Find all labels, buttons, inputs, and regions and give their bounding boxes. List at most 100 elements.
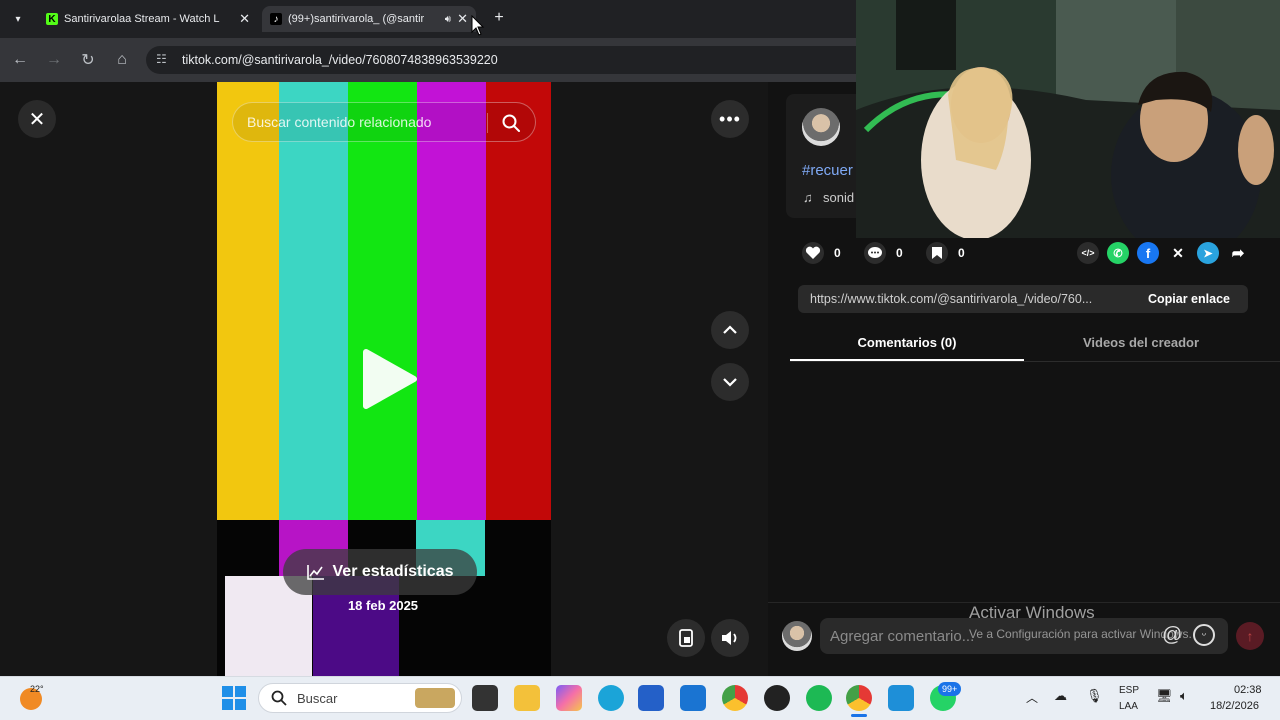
show-hidden-icons[interactable]: ︿ (1026, 689, 1038, 706)
language-code[interactable]: ESP (1119, 685, 1139, 696)
reload-icon[interactable]: ↻ (76, 48, 100, 72)
address-bar[interactable]: ☷ tiktok.com/@santirivarola_/video/76080… (146, 46, 856, 74)
facebook-icon[interactable]: f (1137, 242, 1159, 264)
chevron-down-icon (723, 378, 737, 387)
avatar[interactable] (802, 108, 840, 146)
chrome-active-icon[interactable] (846, 685, 872, 711)
volume-icon (722, 631, 737, 645)
onedrive-icon[interactable]: ☁ (1054, 688, 1067, 704)
active-app-indicator (851, 714, 867, 717)
color-bar-magenta (417, 82, 486, 520)
home-icon[interactable]: ⌂ (110, 48, 134, 72)
copy-link-button[interactable]: Copiar enlace (1130, 285, 1248, 313)
hashtag-link[interactable]: #recuer (802, 162, 853, 179)
stats-label: Ver estadísticas (332, 563, 454, 580)
site-info-icon[interactable]: ☷ (156, 52, 167, 66)
tab-creator-videos[interactable]: Videos del creador (1024, 335, 1258, 350)
new-tab-button[interactable]: + (490, 9, 508, 27)
video-date: 18 feb 2025 (347, 598, 419, 613)
search-icon[interactable] (501, 113, 521, 133)
clock-date[interactable]: 18/2/2026 (1210, 700, 1259, 712)
outlook-icon[interactable] (680, 685, 706, 711)
more-options-button[interactable]: ••• (711, 100, 749, 138)
weather-temp: 22° (30, 684, 44, 694)
tab-comments[interactable]: Comentarios (0) (790, 335, 1024, 350)
close-tab-icon[interactable]: ✕ (239, 11, 250, 27)
next-video-button[interactable] (711, 363, 749, 401)
task-view-icon[interactable] (472, 685, 498, 711)
copilot-icon[interactable] (556, 685, 582, 711)
forms-icon[interactable] (888, 685, 914, 711)
tab-list-button[interactable]: ▾ (8, 9, 28, 29)
share-arrow-icon[interactable]: ➦ (1227, 242, 1249, 264)
avatar (782, 621, 812, 651)
activate-windows-subtitle: Ve a Configuración para activar Windows. (969, 627, 1192, 641)
chevron-up-icon (723, 325, 737, 334)
save-button[interactable] (926, 242, 948, 264)
emoji-icon[interactable]: ᵕ (1193, 624, 1215, 646)
webcam-overlay (856, 0, 1280, 238)
network-icon[interactable]: 🖥︎ (1156, 688, 1173, 704)
comment-icon (868, 247, 882, 258)
play-icon[interactable] (360, 348, 418, 410)
tiktok-icon: ♪ (270, 13, 282, 25)
back-icon[interactable]: ← (8, 48, 32, 72)
url-text: tiktok.com/@santirivarola_/video/7608074… (182, 53, 498, 67)
clock-time[interactable]: 02:38 (1234, 684, 1262, 696)
tabs-divider (790, 361, 1280, 362)
chrome-icon[interactable] (722, 685, 748, 711)
speaker-icon[interactable]: 🔊︎ (445, 14, 451, 25)
forward-icon[interactable]: → (42, 48, 66, 72)
store-icon[interactable] (638, 685, 664, 711)
x-icon[interactable]: ✕ (1167, 242, 1189, 264)
like-button[interactable] (802, 242, 824, 264)
notification-badge: 99+ (938, 682, 962, 696)
tab-kick-stream[interactable]: K Santirivarolaa Stream - Watch L ✕ (38, 6, 258, 32)
pip-button[interactable] (667, 619, 705, 657)
volume-button[interactable] (711, 619, 749, 657)
tab-tiktok[interactable]: ♪ (99+)santirivarola_ (@santir 🔊︎ ✕ (262, 6, 476, 32)
related-search-input[interactable]: Buscar contenido relacionado (232, 102, 536, 142)
chart-icon (306, 565, 324, 580)
active-tab-indicator (790, 359, 1024, 361)
obs-icon[interactable] (764, 685, 790, 711)
comment-placeholder: Agregar comentario... (830, 627, 975, 645)
color-bar-cyan (279, 82, 348, 520)
edge-icon[interactable] (598, 685, 624, 711)
whatsapp-icon[interactable]: ✆ (1107, 242, 1129, 264)
save-count: 0 (958, 246, 965, 260)
activate-windows-title: Activar Windows (969, 603, 1095, 622)
mouse-cursor-icon (471, 15, 485, 36)
webcam-scene (856, 0, 1280, 238)
view-stats-button[interactable]: Ver estadísticas (283, 549, 477, 595)
like-count: 0 (834, 246, 841, 260)
search-icon (271, 690, 287, 706)
video-link: https://www.tiktok.com/@santirivarola_/v… (810, 292, 1093, 306)
search-placeholder: Buscar contenido relacionado (247, 114, 432, 130)
heart-icon (805, 246, 821, 259)
bookmark-icon (932, 247, 942, 259)
tab-title: Santirivarolaa Stream - Watch L (64, 13, 220, 25)
close-video-button[interactable]: ✕ (18, 100, 56, 138)
sound-name[interactable]: sonid (823, 190, 854, 205)
windows-start-icon[interactable] (222, 686, 246, 710)
tab-title: (99+)santirivarola_ (@santir (288, 13, 425, 25)
taskbar-search[interactable]: Buscar (258, 683, 462, 713)
taskbar-search-label: Buscar (297, 690, 338, 706)
previous-video-button[interactable] (711, 311, 749, 349)
close-tab-icon[interactable]: ✕ (457, 11, 468, 27)
picture-in-picture-icon (679, 629, 693, 647)
kick-icon: K (46, 13, 58, 25)
post-comment-button[interactable]: ↑ (1236, 622, 1264, 650)
comment-button[interactable] (864, 242, 886, 264)
file-explorer-icon[interactable] (514, 685, 540, 711)
color-bar-red (486, 82, 551, 520)
keyboard-layout[interactable]: LAA (1119, 701, 1138, 712)
color-bar-green (348, 82, 417, 520)
speaker-tray-icon[interactable]: 🔈︎ (1180, 688, 1188, 704)
embed-icon[interactable]: </> (1077, 242, 1099, 264)
color-bar-yellow (217, 82, 279, 520)
microphone-icon[interactable]: 🎙︎ (1086, 688, 1103, 704)
telegram-icon[interactable]: ➤ (1197, 242, 1219, 264)
spotify-icon[interactable] (806, 685, 832, 711)
